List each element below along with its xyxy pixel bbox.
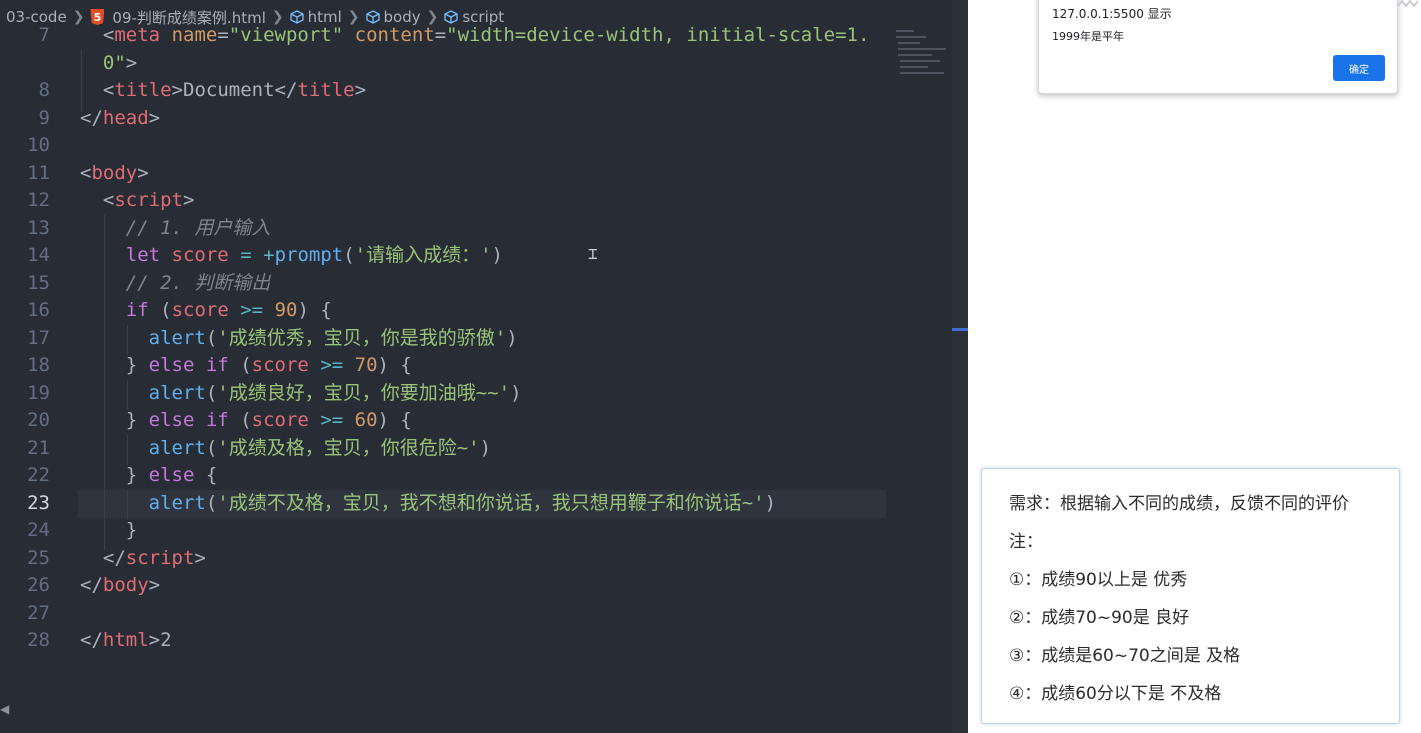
line-number: 8 <box>38 79 50 101</box>
code-editor[interactable]: 03-code ❯ 5 09-判断成绩案例.html ❯ html ❯ body… <box>0 0 968 733</box>
code-line[interactable]: } <box>80 517 137 545</box>
code-line[interactable]: <body> <box>80 160 149 188</box>
minimap-line <box>900 72 944 74</box>
alert-message: 1999年是平年 <box>1052 30 1124 43</box>
minimap[interactable] <box>892 28 952 88</box>
alert-dialog: 127.0.0.1:5500 显示 1999年是平年 确定 <box>1038 0 1398 94</box>
code-line[interactable]: </script> <box>80 545 206 573</box>
line-number: 13 <box>27 216 50 239</box>
requirements-card: 需求：根据输入不同的成绩，反馈不同的评价 注： ①：成绩90以上是 优秀 ②：成… <box>981 468 1400 724</box>
requirement-item: ②：成绩70~90是 良好 <box>1009 608 1190 628</box>
line-number: 27 <box>27 601 50 624</box>
scrollbar-marker <box>952 328 968 331</box>
code-line[interactable]: } else { <box>80 462 218 490</box>
requirements-note: 注： <box>1009 532 1043 552</box>
code-line[interactable]: alert('成绩优秀，宝贝，你是我的骄傲') <box>80 325 518 353</box>
code-line[interactable]: alert('成绩良好，宝贝，你要加油哦~~') <box>80 380 522 408</box>
code-line[interactable]: <title>Document</title> <box>80 77 366 105</box>
vertical-scrollbar[interactable] <box>952 0 968 733</box>
scribble-mark-icon <box>1397 0 1419 8</box>
code-line[interactable]: 0"> <box>80 50 137 78</box>
line-number: 14 <box>27 244 50 266</box>
line-number: 28 <box>27 629 50 651</box>
line-number: 15 <box>27 271 50 294</box>
line-number: 23 <box>27 491 50 514</box>
minimap-line <box>898 48 946 50</box>
code-line[interactable]: </body> <box>80 572 160 600</box>
line-number: 19 <box>27 381 50 404</box>
text-cursor-icon: ⌶ <box>588 244 598 263</box>
code-line[interactable]: <script> <box>80 187 195 215</box>
chevron-left-icon[interactable]: ◀ <box>0 702 9 716</box>
code-line[interactable]: if (score >= 90) { <box>80 297 332 325</box>
line-number: 26 <box>27 574 50 596</box>
line-number: 17 <box>27 326 50 349</box>
minimap-line <box>898 54 932 56</box>
minimap-line <box>900 60 940 62</box>
code-line[interactable]: // 1. 用户输入 <box>80 215 271 243</box>
line-number: 25 <box>27 546 50 569</box>
code-line[interactable]: <meta name="viewport" content="width=dev… <box>80 22 870 50</box>
code-line[interactable]: } else if (score >= 60) { <box>80 407 412 435</box>
code-line[interactable]: } else if (score >= 70) { <box>80 352 412 380</box>
code-line[interactable]: alert('成绩不及格，宝贝，我不想和你说话，我只想用鞭子和你说话~') <box>80 490 776 518</box>
code-line[interactable]: let score = +prompt('请输入成绩：') <box>80 242 503 270</box>
line-number: 7 <box>38 24 50 46</box>
minimap-line <box>898 42 920 44</box>
line-number: 16 <box>27 299 50 321</box>
code-line[interactable]: alert('成绩及格，宝贝，你很危险~') <box>80 435 491 463</box>
requirements-title: 需求：根据输入不同的成绩，反馈不同的评价 <box>1009 494 1349 514</box>
minimap-line <box>900 66 928 68</box>
code-line[interactable]: </head> <box>80 105 160 133</box>
code-line[interactable]: // 2. 判断输出 <box>80 270 271 298</box>
alert-ok-button[interactable]: 确定 <box>1333 55 1385 81</box>
line-number: 21 <box>27 436 50 459</box>
line-number: 20 <box>27 409 50 431</box>
requirement-item: ③：成绩是60~70之间是 及格 <box>1009 646 1241 666</box>
line-number: 9 <box>38 106 50 129</box>
code-line[interactable]: </html>2 <box>80 627 172 655</box>
line-number: 11 <box>27 161 50 184</box>
line-number: 10 <box>27 134 50 156</box>
line-number: 22 <box>27 464 50 486</box>
line-number: 24 <box>27 519 50 541</box>
line-number: 12 <box>27 189 50 211</box>
requirement-item: ④：成绩60分以下是 不及格 <box>1009 684 1222 704</box>
line-number: 18 <box>27 354 50 376</box>
minimap-line <box>896 36 926 38</box>
requirement-item: ①：成绩90以上是 优秀 <box>1009 570 1188 590</box>
alert-origin: 127.0.0.1:5500 显示 <box>1052 7 1172 21</box>
minimap-line <box>896 30 914 32</box>
